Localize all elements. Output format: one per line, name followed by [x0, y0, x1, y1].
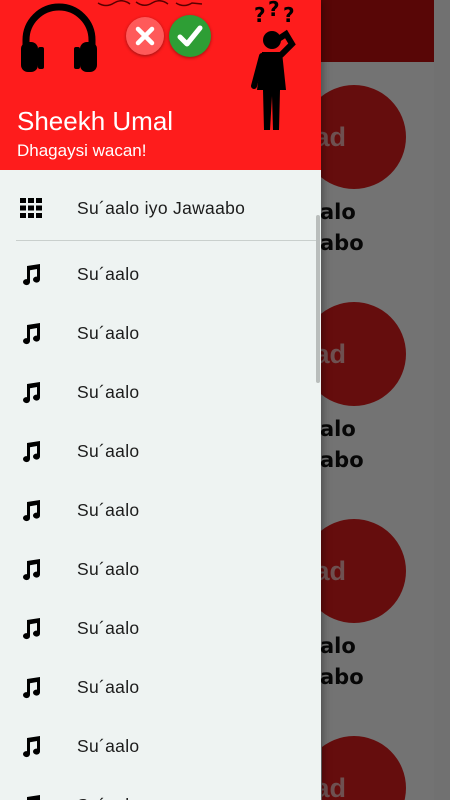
- svg-text:?: ?: [283, 3, 295, 27]
- music-note-icon: [23, 558, 41, 580]
- svg-text:?: ?: [254, 3, 266, 27]
- menu-item-audio[interactable]: Su´aalo: [0, 776, 321, 800]
- menu-item-label: Su´aalo: [77, 500, 140, 520]
- menu-item-label: Su´aalo: [77, 795, 139, 800]
- navigation-drawer: ? ? ? Sheekh Umal Dhagaysi wacan! Su´aal…: [0, 0, 321, 800]
- menu-item-label: Su´aalo: [77, 559, 140, 579]
- menu-item-label: Su´aalo: [77, 441, 140, 461]
- menu-item-audio[interactable]: Su´aalo: [0, 717, 321, 776]
- music-note-icon: [23, 676, 41, 698]
- checkmark-icon: [177, 25, 203, 47]
- svg-text:?: ?: [268, 0, 280, 21]
- menu-item-label: Su´aalo: [77, 323, 140, 343]
- menu-item-audio[interactable]: Su´aalo: [0, 599, 321, 658]
- music-note-icon: [27, 794, 40, 800]
- calligraphy-decoration: [97, 0, 203, 7]
- music-note-icon: [23, 263, 41, 285]
- drawer-menu: Su´aalo iyo Jawaabo Su´aalo Su´aalo Su´aal…: [0, 180, 321, 800]
- thinking-person-icon: ? ? ?: [251, 0, 296, 130]
- menu-item-audio[interactable]: Su´aalo: [0, 540, 321, 599]
- menu-item-label: Su´aalo iyo Jawaabo: [77, 197, 246, 218]
- music-note-icon: [23, 499, 41, 521]
- menu-item-label: Su´aalo: [77, 264, 140, 284]
- music-note-icon: [23, 735, 41, 757]
- menu-item-audio[interactable]: Su´aalo: [0, 658, 321, 717]
- menu-item-audio[interactable]: Su´aalo: [0, 481, 321, 540]
- drawer-scrollbar[interactable]: [316, 215, 320, 383]
- drawer-title: Sheekh Umal: [17, 106, 174, 136]
- menu-item-audio[interactable]: Su´aalo: [0, 304, 321, 363]
- music-note-icon: [23, 381, 41, 403]
- menu-item-questions-answers[interactable]: Su´aalo iyo Jawaabo: [0, 180, 321, 236]
- drawer-subtitle: Dhagaysi wacan!: [17, 141, 147, 160]
- confirm-button[interactable]: [169, 15, 211, 57]
- menu-item-label: Su´aalo: [77, 618, 140, 638]
- headphones-icon: [21, 3, 97, 72]
- close-button[interactable]: [126, 17, 164, 55]
- close-icon: [135, 26, 155, 46]
- menu-item-label: Su´aalo: [77, 736, 140, 756]
- drawer-header: ? ? ? Sheekh Umal Dhagaysi wacan!: [0, 0, 321, 170]
- music-note-icon: [23, 322, 41, 344]
- menu-item-audio[interactable]: Su´aalo: [0, 422, 321, 481]
- grid-icon: [20, 198, 42, 218]
- menu-item-label: Su´aalo: [77, 677, 140, 697]
- menu-item-label: Su´aalo: [77, 382, 140, 402]
- menu-divider: [16, 240, 317, 241]
- menu-item-audio[interactable]: Su´aalo: [0, 363, 321, 422]
- music-note-icon: [23, 617, 41, 639]
- menu-item-audio[interactable]: Su´aalo: [0, 245, 321, 304]
- music-note-icon: [23, 440, 41, 462]
